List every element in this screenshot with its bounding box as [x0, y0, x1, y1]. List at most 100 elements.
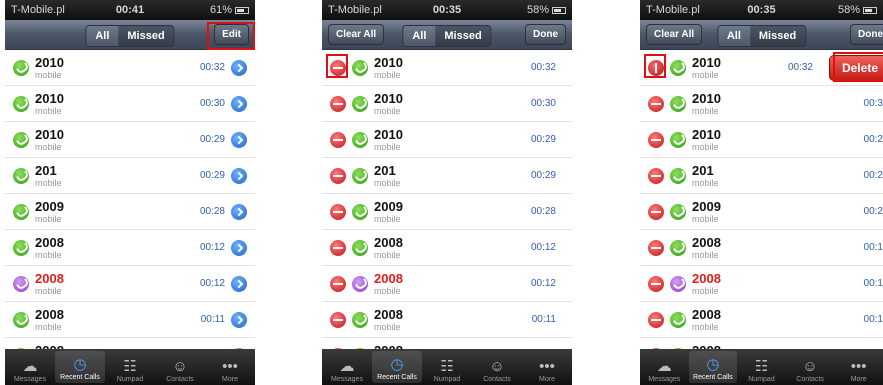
call-row[interactable]: 2008 mobile 00:1: [640, 302, 883, 338]
edit-button[interactable]: Edit: [214, 24, 249, 45]
delete-button[interactable]: Delete: [828, 55, 883, 81]
call-row[interactable]: 2010 mobile 00:3: [640, 86, 883, 122]
info-disclosure-icon[interactable]: [231, 59, 247, 76]
delete-minus-icon[interactable]: [330, 275, 346, 292]
call-row[interactable]: 201 mobile 00:2: [640, 158, 883, 194]
delete-minus-icon[interactable]: [648, 239, 664, 256]
done-button[interactable]: Done: [850, 24, 883, 45]
info-disclosure-icon[interactable]: [231, 311, 247, 328]
tab-all[interactable]: All: [86, 26, 119, 46]
keypad-icon: ☷: [754, 358, 769, 375]
tab-contacts[interactable]: ☺ Contacts: [472, 349, 522, 385]
call-row[interactable]: 201 mobile 00:29: [322, 158, 572, 194]
call-row[interactable]: 2008 mobile 00:12: [5, 266, 255, 302]
call-row[interactable]: 2010 mobile 00:2: [640, 122, 883, 158]
call-time: 00:11: [531, 314, 556, 325]
tab-bar: ☁ Messages ◷ Recent Calls ☷ Numpad ☺ Contacts ••…: [322, 349, 572, 385]
info-disclosure-icon[interactable]: [231, 95, 247, 112]
call-row[interactable]: 2010 mobile 00:29: [5, 122, 255, 158]
caller-name: 2008: [692, 306, 721, 322]
info-disclosure-icon[interactable]: [231, 239, 247, 256]
tab-missed[interactable]: Missed: [749, 26, 806, 46]
tab-numpad[interactable]: ☷ Numpad: [105, 349, 155, 385]
call-row[interactable]: 2008 mobile 00:1: [640, 266, 883, 302]
delete-confirm-icon[interactable]: [648, 59, 664, 76]
call-time: 00:29: [199, 134, 225, 145]
call-row[interactable]: 2008 mobile 00:12: [322, 230, 572, 266]
delete-minus-icon[interactable]: [648, 203, 664, 220]
missed-call-icon: [13, 275, 29, 292]
call-row[interactable]: 2009 mobile 00:2: [640, 194, 883, 230]
tab-recent-calls[interactable]: ◷ Recent Calls: [55, 351, 105, 383]
delete-minus-icon[interactable]: [648, 167, 664, 184]
call-type: mobile: [692, 249, 719, 260]
info-disclosure-icon[interactable]: [231, 203, 247, 220]
tab-contacts[interactable]: ☺ Contacts: [155, 349, 205, 385]
delete-minus-icon[interactable]: [330, 311, 346, 328]
call-row[interactable]: 2008 mobile 00:12: [5, 230, 255, 266]
call-row[interactable]: 2008mobile: [322, 338, 572, 349]
call-row[interactable]: 2010 mobile 00:29: [322, 122, 572, 158]
clear-all-button[interactable]: Clear All: [646, 24, 703, 45]
call-row[interactable]: 2009 mobile 00:28: [5, 194, 255, 230]
delete-minus-icon[interactable]: [648, 95, 664, 112]
tab-contacts[interactable]: ☺ Contacts: [786, 349, 835, 385]
delete-minus-icon[interactable]: [330, 95, 346, 112]
tab-numpad[interactable]: ☷ Numpad: [422, 349, 472, 385]
tab-recent-calls[interactable]: ◷ Recent Calls: [688, 351, 738, 383]
call-info: 2010 mobile: [35, 91, 64, 116]
call-row[interactable]: 2010 mobile 00:30: [5, 86, 255, 122]
tab-messages[interactable]: ☁ Messages: [640, 349, 689, 385]
call-row[interactable]: 2010 mobile 00:32 Delete: [640, 50, 883, 86]
call-row[interactable]: 2008 mobile 00:11: [322, 302, 572, 338]
call-time: 00:12: [199, 242, 225, 253]
tab-more[interactable]: ••• More: [834, 349, 883, 385]
call-row[interactable]: 2008mobile: [640, 338, 883, 349]
tab-all[interactable]: All: [717, 26, 750, 46]
tab-label: More: [850, 376, 867, 383]
call-row[interactable]: 2010 mobile 00:32: [5, 50, 255, 86]
call-row[interactable]: 201 mobile 00:29: [5, 158, 255, 194]
call-row[interactable]: 2008 mobile 00:12: [322, 266, 572, 302]
clock-icon: ◷: [706, 356, 720, 373]
tab-more[interactable]: ••• More: [522, 349, 572, 385]
tab-recent-calls[interactable]: ◷ Recent Calls: [372, 351, 422, 383]
call-info: 201 mobile: [35, 163, 62, 188]
call-row[interactable]: 2008mobile: [5, 338, 255, 349]
tab-label: Recent Calls: [60, 374, 100, 381]
delete-minus-icon[interactable]: [648, 275, 664, 292]
tab-label: Messages: [648, 376, 681, 383]
tab-label: Recent Calls: [693, 374, 733, 381]
tab-missed[interactable]: Missed: [118, 26, 174, 46]
delete-minus-icon[interactable]: [330, 203, 346, 220]
call-row[interactable]: 2010 mobile 00:30: [322, 86, 572, 122]
call-row[interactable]: 2009 mobile 00:28: [322, 194, 572, 230]
call-row[interactable]: 2008 mobile 00:1: [640, 230, 883, 266]
info-disclosure-icon[interactable]: [231, 275, 247, 292]
tab-numpad[interactable]: ☷ Numpad: [737, 349, 786, 385]
delete-minus-icon[interactable]: [330, 131, 346, 148]
delete-minus-icon[interactable]: [330, 167, 346, 184]
call-row[interactable]: 2008 mobile 00:11: [5, 302, 255, 338]
tab-messages[interactable]: ☁ Messages: [322, 349, 372, 385]
tab-more[interactable]: ••• More: [205, 349, 255, 385]
caller-name: 2010: [374, 90, 403, 106]
tab-missed[interactable]: Missed: [435, 26, 491, 46]
outgoing-call-icon: [13, 95, 29, 112]
outgoing-call-icon: [352, 95, 368, 112]
info-disclosure-icon[interactable]: [231, 167, 247, 184]
delete-minus-icon[interactable]: [330, 59, 346, 76]
screenshot-stage: T-Mobile.pl 00:41 61% All Missed Edit 20…: [0, 0, 883, 385]
tab-messages[interactable]: ☁ Messages: [5, 349, 55, 385]
call-type: mobile: [35, 249, 62, 260]
delete-minus-icon[interactable]: [330, 239, 346, 256]
done-button[interactable]: Done: [525, 24, 566, 45]
call-info: 2008mobile: [35, 235, 64, 260]
tab-all[interactable]: All: [403, 26, 436, 46]
call-time: 00:2: [863, 134, 883, 145]
delete-minus-icon[interactable]: [648, 311, 664, 328]
info-disclosure-icon[interactable]: [231, 131, 247, 148]
clear-all-button[interactable]: Clear All: [328, 24, 385, 45]
delete-minus-icon[interactable]: [648, 131, 664, 148]
call-row[interactable]: 2010 mobile 00:32: [322, 50, 572, 86]
